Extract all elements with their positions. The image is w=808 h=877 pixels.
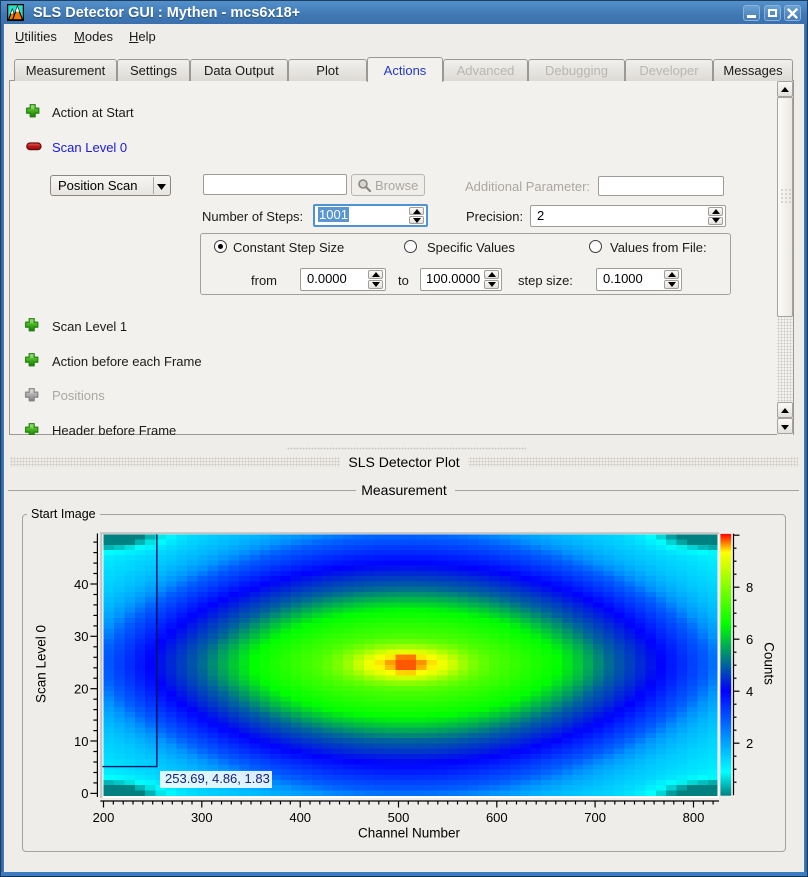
svg-text:Channel Number: Channel Number	[358, 825, 461, 840]
svg-text:8: 8	[746, 580, 753, 595]
svg-text:4: 4	[746, 684, 753, 699]
svg-text:0: 0	[81, 786, 88, 801]
svg-text:Counts: Counts	[762, 642, 777, 685]
svg-text:800: 800	[683, 810, 705, 825]
svg-text:40: 40	[74, 577, 88, 592]
svg-text:30: 30	[74, 629, 88, 644]
svg-text:600: 600	[486, 810, 508, 825]
svg-text:700: 700	[584, 810, 606, 825]
svg-text:200: 200	[93, 810, 115, 825]
svg-text:10: 10	[74, 734, 88, 749]
svg-text:2: 2	[746, 736, 753, 751]
svg-text:500: 500	[388, 810, 410, 825]
svg-text:20: 20	[74, 682, 88, 697]
svg-text:400: 400	[289, 810, 311, 825]
svg-text:6: 6	[746, 632, 753, 647]
svg-text:300: 300	[191, 810, 213, 825]
svg-text:Scan Level 0: Scan Level 0	[34, 625, 49, 703]
